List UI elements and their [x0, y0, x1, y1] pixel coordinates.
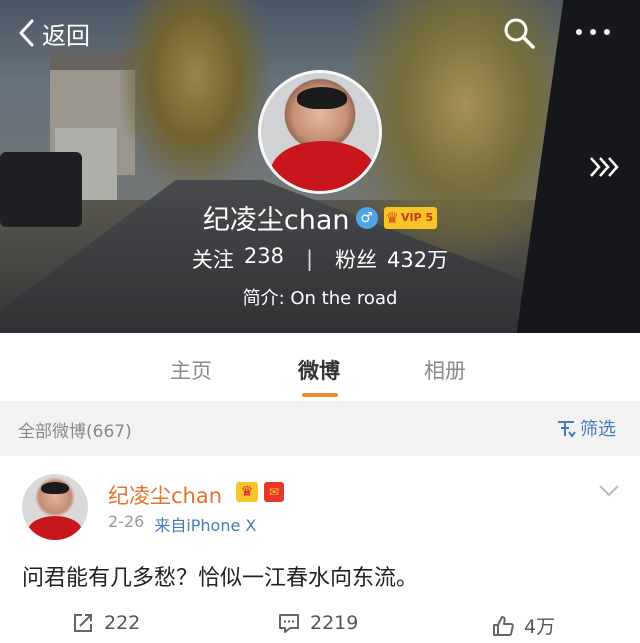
following-stat[interactable]: 关注 238: [192, 244, 284, 274]
avatar-shirt: [28, 516, 82, 540]
repost-button[interactable]: 222: [72, 612, 140, 634]
vip-crown-icon: ♛: [385, 208, 399, 227]
post-source[interactable]: 来自iPhone X: [154, 512, 256, 536]
post-meta: 2-26 来自iPhone X: [108, 512, 256, 536]
vip-label: VIP 5: [400, 211, 434, 224]
post-actions: 222 2219 4万: [0, 612, 640, 642]
post-date: 2-26: [108, 512, 145, 531]
post-badges: ♛ ✉: [236, 482, 284, 502]
tab-home[interactable]: 主页: [170, 355, 212, 385]
comment-button[interactable]: 2219: [278, 612, 358, 634]
vip-badge[interactable]: ♛ VIP 5: [383, 206, 438, 229]
back-chevron-icon: [19, 19, 34, 47]
post-card[interactable]: 纪凌尘chan ♛ ✉ 2-26 来自iPhone X 问君能有几多愁？恰似一江…: [0, 456, 640, 643]
filter-button[interactable]: 筛选: [556, 415, 616, 441]
back-button[interactable]: 返回: [16, 16, 90, 50]
followers-count: 432万: [387, 248, 449, 272]
all-posts-count: 全部微博(667): [18, 422, 132, 442]
back-label: 返回: [42, 21, 90, 50]
gender-male-icon: ♂: [355, 206, 378, 229]
stats-separator: |: [305, 247, 314, 271]
tab-active-indicator: [302, 393, 338, 397]
post-text: 问君能有几多愁？恰似一江春水向东流。: [22, 566, 419, 591]
tab-album[interactable]: 相册: [424, 355, 466, 385]
filter-icon: [558, 421, 576, 438]
profile-avatar[interactable]: [258, 70, 382, 194]
like-count: 4万: [524, 616, 556, 638]
comment-count: 2219: [310, 612, 359, 634]
forward-arrows-icon[interactable]: [588, 154, 622, 180]
filter-label: 筛选: [580, 419, 616, 440]
repost-count: 222: [104, 612, 141, 634]
chevron-down-icon[interactable]: [598, 484, 620, 498]
repost-icon: [74, 614, 92, 632]
search-icon[interactable]: [502, 16, 536, 50]
post-author-name[interactable]: 纪凌尘chan: [108, 480, 222, 510]
avatar-hair: [297, 87, 347, 109]
comment-icon: [279, 614, 299, 633]
filter-bar: 全部微博(667) 筛选: [0, 401, 640, 453]
followers-label: 粉丝: [335, 248, 378, 272]
like-icon: [493, 615, 514, 636]
like-button[interactable]: 4万: [492, 612, 555, 639]
more-icon[interactable]: [574, 22, 612, 42]
avatar-hair: [41, 482, 69, 494]
following-label: 关注: [191, 248, 234, 272]
profile-cover: 返回 纪凌尘chan ♂ ♛ VIP 5 关注 238 | 粉丝 432万 简介…: [0, 0, 640, 333]
stats-row: 关注 238 | 粉丝 432万: [0, 244, 640, 274]
profile-name: 纪凌尘chan: [202, 205, 350, 236]
profile-tabs: 主页 微博 相册: [0, 333, 640, 401]
avatar-shirt: [271, 141, 375, 191]
following-count: 238: [243, 244, 284, 268]
red-packet-icon[interactable]: ✉: [264, 482, 284, 502]
followers-stat[interactable]: 粉丝 432万: [335, 244, 448, 274]
profile-bio: 简介: On the road: [242, 288, 398, 309]
profile-name-row: 纪凌尘chan ♂ ♛ VIP 5: [0, 198, 640, 237]
post-author-avatar[interactable]: [22, 474, 88, 540]
tab-weibo[interactable]: 微博: [298, 355, 340, 385]
top-bar: 返回: [0, 0, 640, 66]
vip-crown-icon[interactable]: ♛: [236, 482, 258, 502]
